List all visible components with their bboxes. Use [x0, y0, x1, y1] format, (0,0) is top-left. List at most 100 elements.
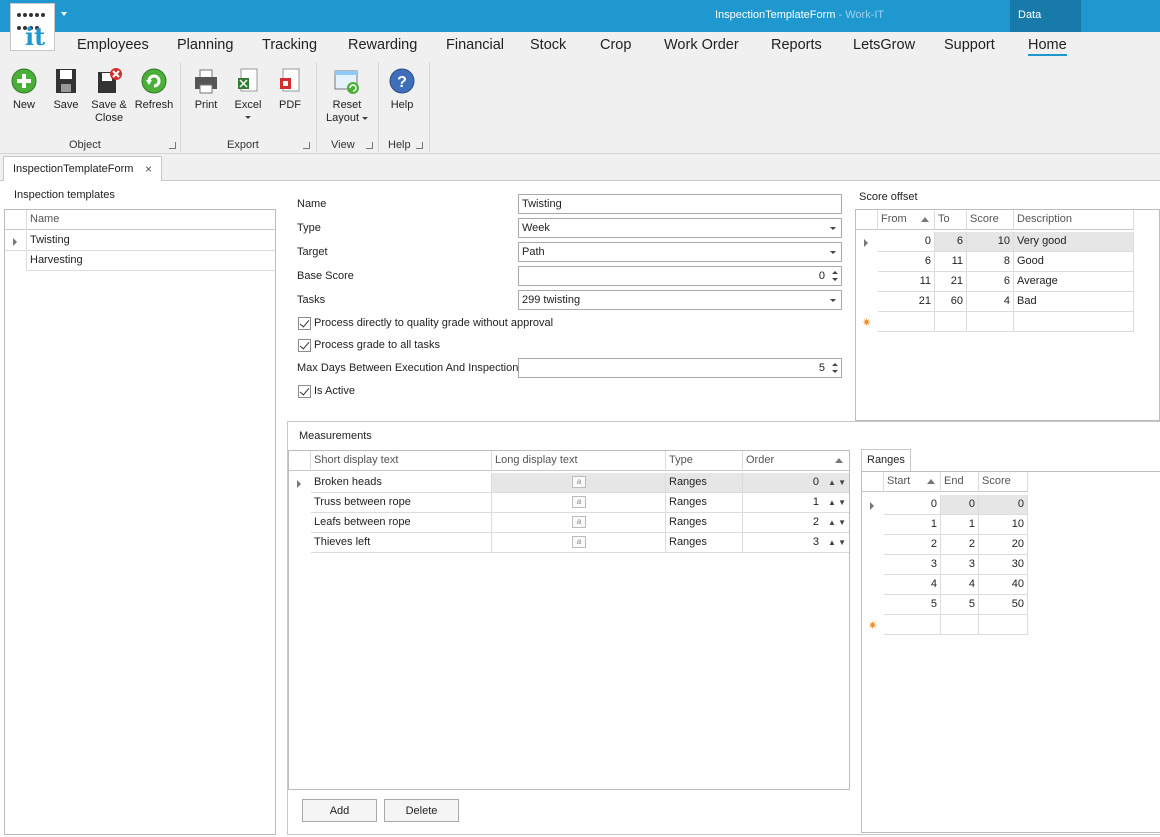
order-spin-icon[interactable]: ▲ ▼ [828, 518, 846, 527]
score-description-cell[interactable]: Bad [1014, 292, 1134, 312]
menu-tracking[interactable]: Tracking [262, 37, 317, 53]
range-end-cell[interactable]: 2 [941, 535, 979, 555]
score-from-cell[interactable]: 21 [878, 292, 935, 312]
delete-button[interactable]: Delete [384, 799, 459, 822]
save-close-button[interactable]: Save & Close [88, 66, 130, 125]
new-row-cell[interactable] [1014, 312, 1134, 332]
column-header-score[interactable]: Score [979, 472, 1028, 492]
name-input[interactable]: Twisting [518, 194, 842, 214]
excel-button[interactable]: Excel [232, 66, 264, 119]
menu-letsgrow[interactable]: LetsGrow [853, 37, 915, 53]
print-button[interactable]: Print [190, 66, 222, 112]
template-row-twisting[interactable]: Twisting [27, 231, 275, 251]
chevron-down-icon[interactable] [830, 251, 836, 254]
new-row-cell[interactable] [884, 615, 941, 635]
order-spin-icon[interactable]: ▲ ▼ [828, 538, 846, 547]
range-score-cell[interactable]: 10 [979, 515, 1028, 535]
score-from-cell[interactable]: 11 [878, 272, 935, 292]
score-description-cell[interactable]: Very good [1014, 232, 1134, 252]
column-header-from[interactable]: From [878, 210, 935, 230]
column-header-short-display-text[interactable]: Short display text [311, 451, 492, 471]
column-header-end[interactable]: End [941, 472, 979, 492]
tab-data[interactable]: Data [1010, 0, 1081, 32]
measurement-type-cell[interactable]: Ranges [666, 513, 743, 533]
range-end-cell[interactable]: 1 [941, 515, 979, 535]
menu-financial[interactable]: Financial [446, 37, 504, 53]
column-header-type[interactable]: Type [666, 451, 743, 471]
base-score-spin[interactable]: 0 [518, 266, 842, 286]
process-direct-checkbox[interactable] [298, 317, 311, 330]
close-icon[interactable]: × [145, 162, 152, 176]
menu-planning[interactable]: Planning [177, 37, 233, 53]
order-spin-icon[interactable]: ▲ ▼ [828, 498, 846, 507]
new-row-cell[interactable] [878, 312, 935, 332]
target-select[interactable]: Path [518, 242, 842, 262]
range-start-cell[interactable]: 4 [884, 575, 941, 595]
measurement-type-cell[interactable]: Ranges [666, 533, 743, 553]
score-description-cell[interactable]: Average [1014, 272, 1134, 292]
score-score-cell[interactable]: 8 [967, 252, 1014, 272]
score-from-cell[interactable]: 6 [878, 252, 935, 272]
measurement-long-cell[interactable]: a [492, 493, 666, 513]
score-to-cell[interactable]: 11 [935, 252, 967, 272]
range-score-cell[interactable]: 30 [979, 555, 1028, 575]
measurement-short-cell[interactable]: Truss between rope [311, 493, 492, 513]
score-to-cell[interactable]: 60 [935, 292, 967, 312]
score-score-cell[interactable]: 10 [967, 232, 1014, 252]
column-header-start[interactable]: Start [884, 472, 941, 492]
range-end-cell[interactable]: 4 [941, 575, 979, 595]
column-header-to[interactable]: To [935, 210, 967, 230]
score-score-cell[interactable]: 6 [967, 272, 1014, 292]
help-button[interactable]: ? Help [386, 66, 418, 112]
text-editor-icon[interactable]: a [572, 496, 586, 508]
menu-work-order[interactable]: Work Order [664, 37, 739, 53]
save-button[interactable]: Save [50, 66, 82, 112]
spin-buttons-icon[interactable] [831, 360, 839, 376]
range-score-cell[interactable]: 0 [979, 495, 1028, 515]
range-start-cell[interactable]: 5 [884, 595, 941, 615]
menu-support[interactable]: Support [944, 37, 995, 53]
new-button[interactable]: New [8, 66, 40, 112]
measurement-long-cell[interactable]: a [492, 533, 666, 553]
measurement-type-cell[interactable]: Ranges [666, 473, 743, 493]
object-launcher-icon[interactable] [169, 142, 176, 149]
chevron-down-icon[interactable] [830, 227, 836, 230]
range-score-cell[interactable]: 40 [979, 575, 1028, 595]
view-launcher-icon[interactable] [366, 142, 373, 149]
score-to-cell[interactable]: 21 [935, 272, 967, 292]
order-spin-icon[interactable]: ▲ ▼ [828, 478, 846, 487]
tab-ranges[interactable]: Ranges [861, 449, 911, 472]
template-row-harvesting[interactable]: Harvesting [27, 251, 275, 271]
type-select[interactable]: Week [518, 218, 842, 238]
range-start-cell[interactable]: 3 [884, 555, 941, 575]
menu-rewarding[interactable]: Rewarding [348, 37, 417, 53]
measurement-order-cell[interactable]: 1 ▲ ▼ [743, 493, 849, 513]
new-row-cell[interactable] [967, 312, 1014, 332]
new-row-cell[interactable] [941, 615, 979, 635]
text-editor-icon[interactable]: a [572, 516, 586, 528]
range-score-cell[interactable]: 50 [979, 595, 1028, 615]
export-launcher-icon[interactable] [303, 142, 310, 149]
column-header-score[interactable]: Score [967, 210, 1014, 230]
range-end-cell[interactable]: 0 [941, 495, 979, 515]
measurement-long-cell[interactable]: a [492, 473, 666, 493]
menu-stock[interactable]: Stock [530, 37, 566, 53]
quick-access-dropdown-icon[interactable] [61, 12, 67, 16]
menu-crop[interactable]: Crop [600, 37, 631, 53]
new-row-cell[interactable] [935, 312, 967, 332]
add-button[interactable]: Add [302, 799, 377, 822]
range-end-cell[interactable]: 5 [941, 595, 979, 615]
spin-buttons-icon[interactable] [831, 268, 839, 284]
measurement-long-cell[interactable]: a [492, 513, 666, 533]
range-score-cell[interactable]: 20 [979, 535, 1028, 555]
measurement-order-cell[interactable]: 3 ▲ ▼ [743, 533, 849, 553]
chevron-down-icon[interactable] [830, 299, 836, 302]
process-all-checkbox[interactable] [298, 339, 311, 352]
menu-employees[interactable]: Employees [77, 37, 149, 53]
measurement-short-cell[interactable]: Broken heads [311, 473, 492, 493]
measurement-order-cell[interactable]: 2 ▲ ▼ [743, 513, 849, 533]
measurement-short-cell[interactable]: Leafs between rope [311, 513, 492, 533]
column-header-description[interactable]: Description [1014, 210, 1134, 230]
measurement-order-cell[interactable]: 0 ▲ ▼ [743, 473, 849, 493]
score-score-cell[interactable]: 4 [967, 292, 1014, 312]
